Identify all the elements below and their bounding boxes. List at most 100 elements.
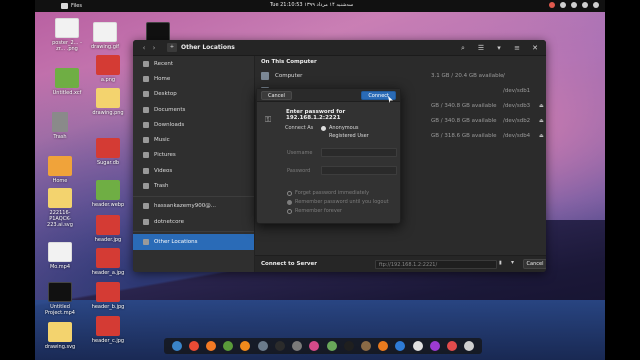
sidebar-separator [133,231,254,233]
view-options-icon[interactable]: ▾ [494,43,504,53]
radio-label: Anonymous [329,125,359,131]
dialog-connect-button[interactable]: Connect [361,90,396,100]
breadcrumb[interactable]: Other Locations [181,44,235,51]
desktop-item[interactable]: Trash [42,112,78,140]
menu-icon[interactable]: ≡ [512,43,522,53]
forward-button[interactable]: › [149,43,159,53]
vlc-icon[interactable] [240,341,251,351]
desktop-item[interactable]: Untitled.xcf [49,68,85,96]
apps-grid-icon[interactable] [464,341,475,351]
sound-icon[interactable] [447,341,458,351]
power-icon[interactable] [593,2,599,8]
desktop-item-label: poster_2... -zr... .png [52,40,82,52]
back-button[interactable]: ‹ [139,43,149,53]
radio-remember-forever[interactable]: Remember forever [287,208,342,214]
view-list-icon[interactable]: ☰ [476,43,486,53]
sidebar-item-pictures[interactable]: Pictures [133,148,254,163]
eject-icon[interactable]: ⏏ [539,133,544,139]
activities-button[interactable] [39,2,57,10]
desktop-item[interactable]: header_c.jpg [90,316,126,344]
password-field[interactable] [321,166,397,175]
app-menu[interactable]: Files [61,3,82,9]
blender-icon[interactable] [378,341,389,351]
sidebar-separator [133,195,254,197]
server-address-input[interactable]: ftp://192.168.1.2:2221/ [375,260,497,269]
location-icon: + [167,43,177,52]
atom-icon[interactable] [326,341,337,351]
radio-anonymous[interactable]: Anonymous [321,125,358,131]
accessibility-icon[interactable] [171,341,182,351]
desktop-item[interactable]: poster_2... -zr... .png [49,18,85,52]
desktop-item[interactable]: drawing.png [90,88,126,116]
sidebar-item-dotnetcore[interactable]: dotnetcore [133,214,254,229]
desktop-item[interactable]: header.jpg [90,215,126,243]
radio-label: Remember forever [295,208,342,214]
sidebar-item-trash[interactable]: Trash [133,178,254,193]
gimp-icon[interactable] [361,341,372,351]
sidebar-item-downloads[interactable]: Downloads [133,117,254,132]
desktop-item[interactable]: header_b.jpg [90,282,126,310]
clock[interactable]: Tue 21:10:53 سه‌شنبه ۱۴ مرداد ۱۳۹۹ [270,2,353,8]
close-icon[interactable]: ✕ [530,43,540,53]
location-row[interactable]: Computer 3.1 GB / 20.4 GB available / [255,68,546,83]
radio-registered-user[interactable]: Registered User [321,133,369,139]
location-mount: /dev/sdb4 [503,132,531,139]
desktop-item[interactable]: Home [42,156,78,184]
desktop-item[interactable]: header.webp [90,180,126,208]
network-icon[interactable] [560,2,566,8]
top-bar: Files Tue 21:10:53 سه‌شنبه ۱۴ مرداد ۱۳۹۹ [35,0,605,12]
terminal-icon[interactable] [274,341,285,351]
store-icon[interactable] [309,341,320,351]
record-icon[interactable] [549,2,555,8]
radio-remember-until-logout[interactable]: Remember password until you logout [287,199,389,205]
connect-to-server-label: Connect to Server [261,261,317,267]
dialog-title: Enter password for 192.168.1.2:2221 [286,109,346,121]
code-icon[interactable] [395,341,406,351]
desktop-item[interactable]: header_a.jpg [90,248,126,276]
file-thumbnail-icon [48,322,72,342]
sidebar-item-recent[interactable]: Recent [133,56,254,71]
sidebar-item-documents[interactable]: Documents [133,102,254,117]
screenshot-icon[interactable] [429,341,440,351]
chrome-icon[interactable] [188,341,199,351]
radio-label: Remember password until you logout [295,199,389,205]
inkscape-icon[interactable] [343,341,354,351]
pictures-icon [143,152,149,159]
key-icon: ⚿ [265,115,272,124]
window-header: ‹ › + Other Locations ⌕ ☰ ▾ ≡ ✕ [133,40,546,56]
username-field[interactable] [321,148,397,157]
file-thumbnail-icon [96,138,120,158]
desktop-item[interactable]: 222116-P1AQCK-223.ai.svg [42,188,78,228]
dialog-cancel-button[interactable]: Cancel [261,90,292,100]
desktop-item[interactable]: Mo.mp4 [42,242,78,270]
radio-forget-password[interactable]: Forget password immediately [287,190,369,196]
sidebar-item-videos[interactable]: Videos [133,163,254,178]
sidebar-item-label: Desktop [154,91,177,98]
volume-icon[interactable] [571,2,577,8]
desktop-item[interactable]: Untitled Project.mp4 [42,282,78,316]
desktop-item[interactable]: a.png [90,55,126,83]
eject-icon[interactable]: ⏏ [539,103,544,109]
desktop-item[interactable]: drawing.gif [87,22,123,50]
files-icon[interactable] [257,341,268,351]
firefox-icon[interactable] [206,341,217,351]
dialog-header: Cancel Connect [257,89,400,102]
cancel-button[interactable]: Cancel [523,259,546,269]
sidebar-item-home[interactable]: Home [133,71,254,86]
system-tray[interactable] [549,2,599,8]
sidebar-item-other-locations[interactable]: Other Locations [133,234,254,250]
libreoffice-icon[interactable] [223,341,234,351]
desktop-item[interactable]: drawing.svg [42,322,78,350]
chevron-down-icon[interactable]: ▾ [511,259,514,266]
battery-icon[interactable] [582,2,588,8]
calendar-icon[interactable] [412,341,423,351]
sidebar-item-music[interactable]: Music [133,132,254,147]
settings-icon[interactable] [292,341,303,351]
bookmark-icon[interactable]: ▮ [499,260,505,267]
desktop-item[interactable]: Sugar.db [90,138,126,166]
search-icon[interactable]: ⌕ [458,43,468,53]
sidebar-item-hassankazemy900[interactable]: hassankazemy900@... [133,199,254,214]
eject-icon[interactable]: ⏏ [539,118,544,124]
sidebar-item-desktop[interactable]: Desktop [133,87,254,102]
sidebar-item-label: Home [154,75,171,82]
